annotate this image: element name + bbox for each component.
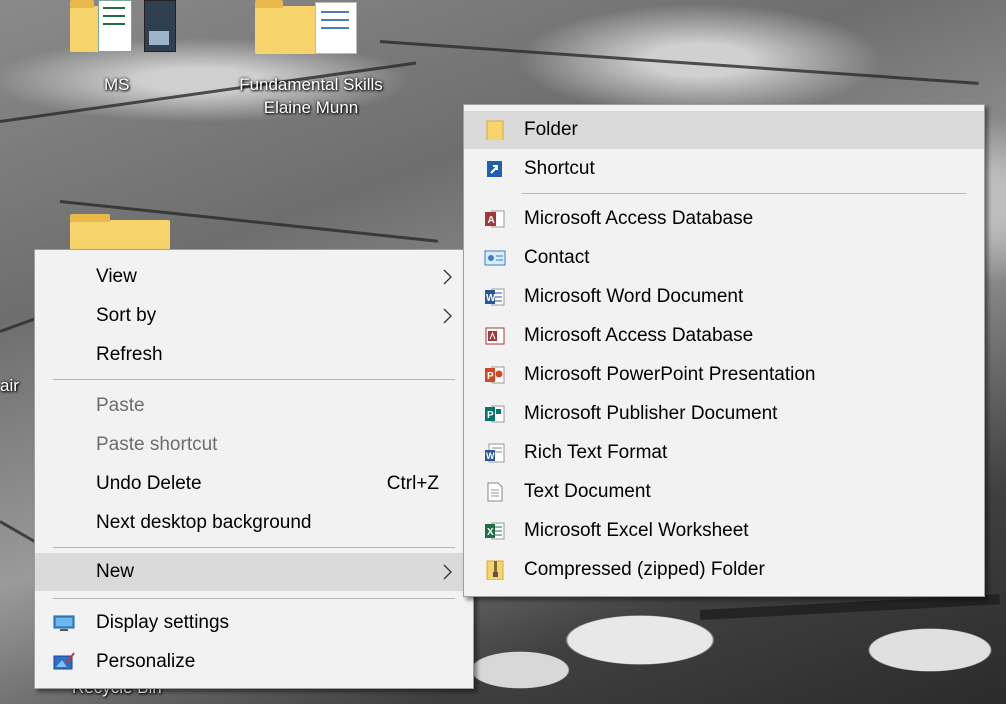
water-edge (699, 594, 1000, 620)
menu-separator (522, 193, 966, 194)
shortcut-icon (487, 161, 502, 177)
menu-item-label: Refresh (96, 344, 163, 365)
menu-item-sort-by[interactable]: Sort by (35, 297, 473, 335)
menu-item-label: Personalize (96, 651, 196, 672)
powerpoint-icon: P (485, 366, 505, 384)
menu-separator (53, 547, 455, 548)
svg-text:X: X (487, 527, 494, 538)
desktop-icon-fundamental-skills[interactable]: Fundamental Skills Elaine Munn (215, 0, 405, 120)
menu-item-next-desktop-background[interactable]: Next desktop background (35, 504, 473, 542)
menu-item-label: View (96, 266, 137, 287)
submenu-item-shortcut[interactable]: Shortcut (464, 150, 984, 188)
svg-text:P: P (487, 371, 494, 382)
menu-item-label: Microsoft Excel Worksheet (524, 520, 749, 541)
menu-separator (53, 598, 455, 599)
desktop-icon-label: MS (104, 75, 130, 94)
submenu-item-contact[interactable]: Contact (464, 239, 984, 277)
menu-item-label: Paste (96, 395, 145, 416)
menu-item-label: New (96, 561, 135, 582)
svg-text:W: W (486, 451, 495, 461)
menu-item-display-settings[interactable]: Display settings (35, 604, 473, 642)
submenu-item-powerpoint-presentation[interactable]: P Microsoft PowerPoint Presentation (464, 356, 984, 394)
desktop-context-menu: View Sort by Refresh Paste Paste shortcu… (34, 249, 474, 689)
svg-text:P: P (487, 410, 494, 421)
menu-item-refresh[interactable]: Refresh (35, 336, 473, 374)
menu-item-label: Contact (524, 247, 590, 268)
menu-item-view[interactable]: View (35, 258, 473, 296)
text-document-icon (487, 482, 503, 502)
submenu-item-rich-text-format[interactable]: W Rich Text Format (464, 434, 984, 472)
tree-branch (0, 520, 36, 543)
word-icon: W (485, 288, 505, 306)
excel-icon: X (485, 522, 505, 540)
menu-item-label: Microsoft Access Database (524, 208, 754, 229)
chevron-right-icon (443, 308, 452, 324)
menu-item-label: Display settings (96, 612, 230, 633)
submenu-item-text-document[interactable]: Text Document (464, 473, 984, 511)
contact-icon (484, 250, 506, 266)
menu-item-paste[interactable]: Paste (35, 387, 473, 425)
submenu-item-compressed-folder[interactable]: Compressed (zipped) Folder (464, 551, 984, 589)
zip-folder-icon (486, 560, 504, 580)
menu-item-undo-delete[interactable]: Undo Delete Ctrl+Z (35, 465, 473, 503)
menu-item-paste-shortcut[interactable]: Paste shortcut (35, 426, 473, 464)
menu-item-label: Compressed (zipped) Folder (524, 559, 765, 580)
keyboard-shortcut: Ctrl+Z (386, 473, 439, 494)
rtf-icon: W (485, 443, 505, 463)
desktop-icon-label-partial: air (0, 376, 19, 395)
svg-text:W: W (486, 293, 496, 304)
menu-item-new[interactable]: New (35, 553, 473, 591)
submenu-item-folder[interactable]: Folder (464, 111, 984, 149)
submenu-item-word-document[interactable]: W Microsoft Word Document (464, 278, 984, 316)
publisher-icon: P (485, 405, 505, 423)
desktop-icon-folder[interactable] (68, 210, 178, 260)
menu-item-label: Sort by (96, 305, 157, 326)
menu-item-label: Rich Text Format (524, 442, 668, 463)
desktop-icon-ms[interactable]: MS (68, 0, 178, 100)
submenu-item-publisher-document[interactable]: P Microsoft Publisher Document (464, 395, 984, 433)
svg-text:A: A (488, 215, 495, 226)
submenu-item-access-database[interactable]: A Microsoft Access Database (464, 200, 984, 238)
access-icon: A (485, 210, 505, 228)
menu-separator (53, 379, 455, 380)
menu-item-label: Paste shortcut (96, 434, 218, 455)
menu-item-label: Microsoft PowerPoint Presentation (524, 364, 816, 385)
display-icon (53, 615, 75, 631)
desktop-icon-label-line1: Fundamental Skills (239, 75, 383, 94)
spreadsheet-icon (98, 0, 132, 52)
desktop-icon-label-line2: Elaine Munn (263, 98, 359, 117)
submenu-item-access-database-2[interactable]: Microsoft Access Database (464, 317, 984, 355)
submenu-item-excel-worksheet[interactable]: X Microsoft Excel Worksheet (464, 512, 984, 550)
chevron-right-icon (443, 269, 452, 285)
document-icon (144, 0, 176, 52)
folder-icon (486, 120, 504, 140)
menu-item-label: Shortcut (524, 158, 595, 179)
access-icon (485, 327, 505, 345)
menu-item-label: Microsoft Publisher Document (524, 403, 778, 424)
menu-item-personalize[interactable]: Personalize (35, 643, 473, 681)
document-icon (315, 2, 357, 54)
menu-item-label: Microsoft Word Document (524, 286, 744, 307)
new-submenu: Folder Shortcut A Microsoft Access Datab… (463, 104, 985, 597)
menu-item-label: Microsoft Access Database (524, 325, 754, 346)
chevron-right-icon (443, 564, 452, 580)
personalize-icon (53, 652, 75, 670)
menu-item-label: Folder (524, 119, 578, 140)
tree-branch (379, 40, 979, 85)
menu-item-label: Text Document (524, 481, 651, 502)
menu-item-label: Undo Delete (96, 473, 202, 494)
menu-item-label: Next desktop background (96, 512, 312, 533)
